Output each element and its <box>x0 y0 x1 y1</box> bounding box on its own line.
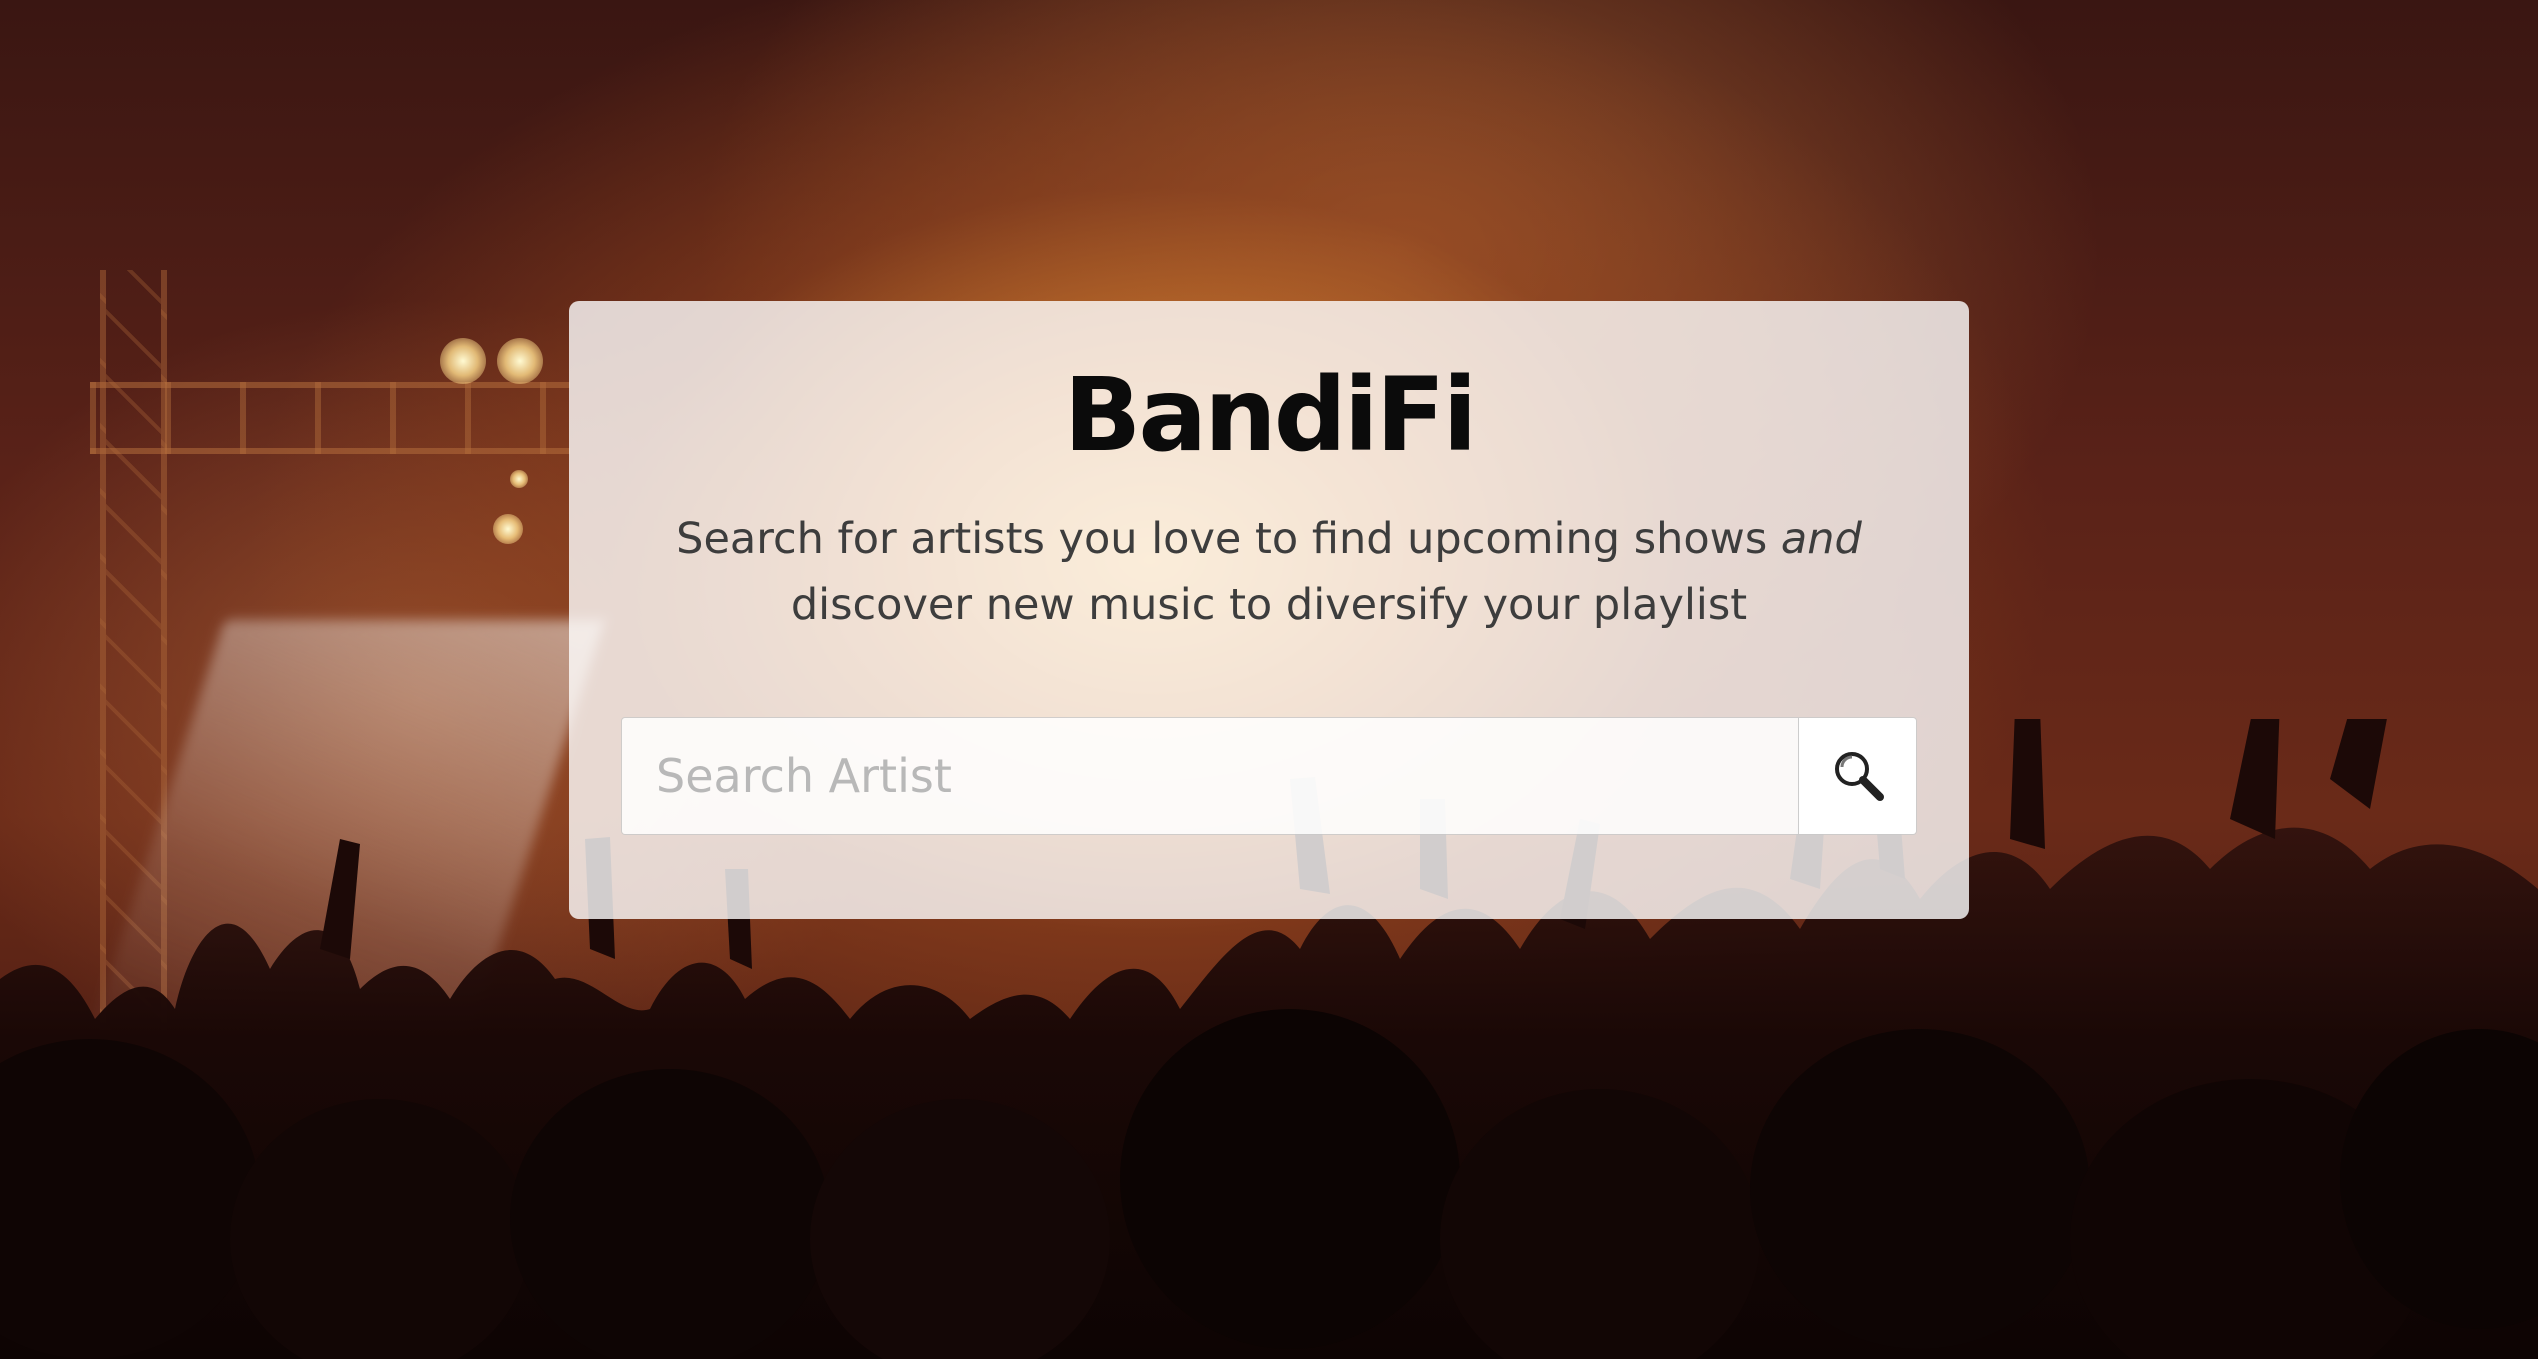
tagline-text: Search for artists you love to find upco… <box>676 514 1781 564</box>
hero-background: BandiFi Search for artists you love to f… <box>0 0 2538 1359</box>
artist-search-input[interactable] <box>622 718 1798 834</box>
search-icon <box>1830 747 1886 806</box>
search-button[interactable] <box>1798 718 1916 834</box>
search-bar <box>621 717 1917 835</box>
stage-light <box>493 514 523 544</box>
tagline: Search for artists you love to find upco… <box>659 506 1879 638</box>
search-card: BandiFi Search for artists you love to f… <box>569 301 1969 919</box>
tagline-text-continued: discover new music to diversify your pla… <box>790 580 1748 630</box>
tagline-emphasis: and <box>1780 514 1862 564</box>
stage-light <box>440 338 486 384</box>
brand-title: BandiFi <box>1063 356 1478 475</box>
stage-light <box>497 338 543 384</box>
stage-light <box>510 470 528 488</box>
stage-truss-horizontal <box>90 382 570 454</box>
